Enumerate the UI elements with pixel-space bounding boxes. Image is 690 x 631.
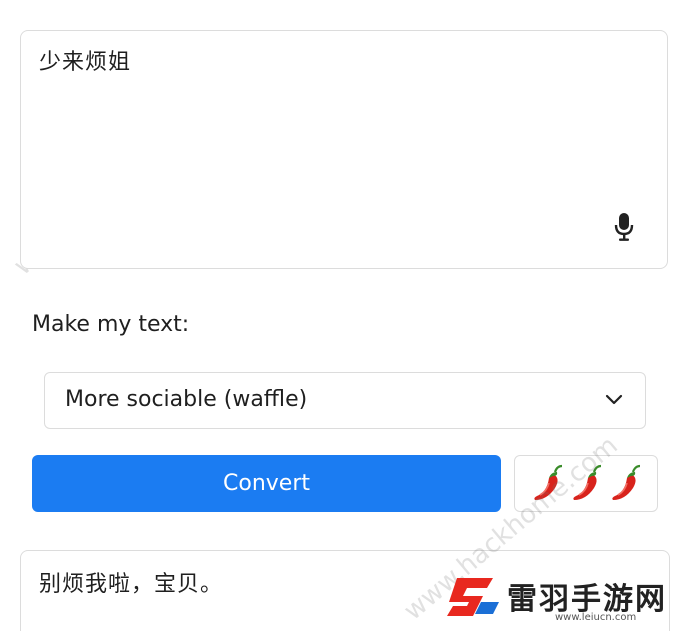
output-text: 别烦我啦，宝贝。 xyxy=(39,572,224,597)
logo-mark-icon xyxy=(447,578,499,616)
input-textarea[interactable]: 少来烦姐 xyxy=(20,30,668,269)
input-text: 少来烦姐 xyxy=(39,50,132,75)
site-logo: 雷羽手游网 www.leiucn.com xyxy=(443,570,683,628)
make-text-label: Make my text: xyxy=(32,312,190,337)
logo-url: www.leiucn.com xyxy=(555,612,637,623)
chevron-down-icon xyxy=(605,394,623,405)
style-select[interactable]: More sociable (waffle) xyxy=(44,372,646,429)
convert-button[interactable]: Convert xyxy=(32,455,501,512)
microphone-icon[interactable] xyxy=(613,212,635,242)
chili-pepper-icon xyxy=(612,464,641,500)
style-select-value: More sociable (waffle) xyxy=(65,387,308,412)
